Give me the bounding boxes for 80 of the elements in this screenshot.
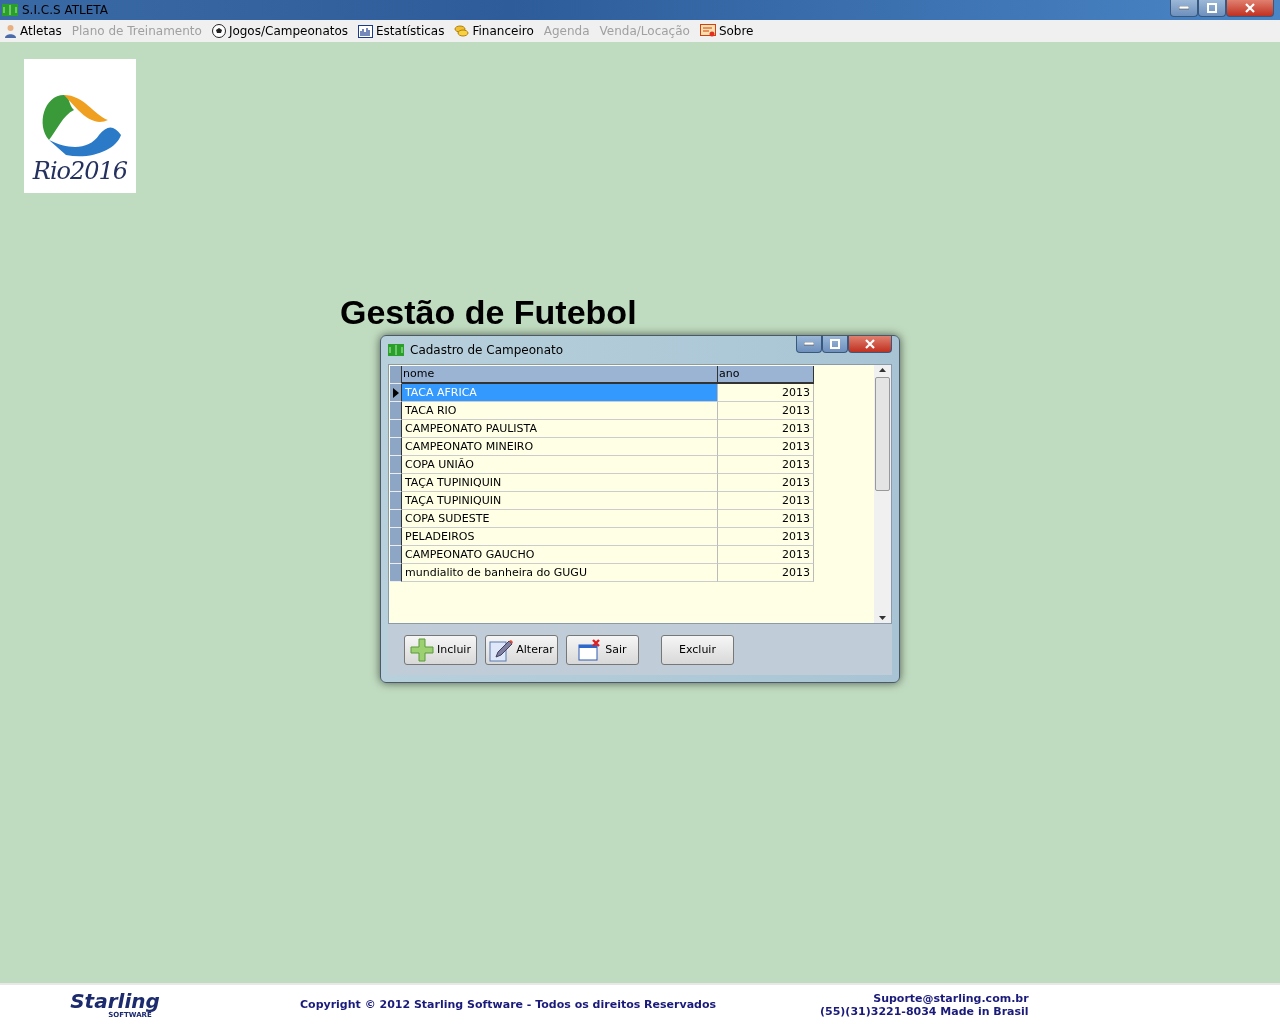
plus-icon bbox=[410, 637, 435, 662]
window-close-icon bbox=[578, 638, 603, 661]
row-indicator[interactable] bbox=[390, 546, 402, 564]
table-cell: TAÇA TUPINIQUIN bbox=[402, 492, 718, 510]
table-cell: 2013 bbox=[718, 546, 814, 564]
logo-text: Rio2016 bbox=[32, 157, 128, 185]
row-indicator[interactable] bbox=[390, 564, 402, 582]
app-icon bbox=[2, 4, 18, 16]
maximize-button[interactable] bbox=[1198, 0, 1226, 17]
phone-text: (55)(31)3221-8034 Made in Brasil bbox=[820, 1004, 1029, 1018]
row-pointer-icon bbox=[392, 387, 399, 398]
minimize-icon bbox=[804, 342, 814, 346]
table-cell: COPA SUDESTE bbox=[402, 510, 718, 528]
brand-logo-text: Starling bbox=[70, 990, 160, 1011]
restore-icon bbox=[1207, 3, 1217, 13]
row-indicator[interactable] bbox=[390, 384, 402, 402]
column-header[interactable]: ano bbox=[718, 366, 814, 384]
menu-item[interactable]: Atletas bbox=[4, 24, 62, 38]
table-cell: mundialito de banheira do GUGU bbox=[402, 564, 718, 582]
table-cell: COPA UNIÃO bbox=[402, 456, 718, 474]
table-cell: 2013 bbox=[718, 438, 814, 456]
coins-icon bbox=[454, 24, 470, 38]
row-indicator[interactable] bbox=[390, 456, 402, 474]
row-indicator[interactable] bbox=[390, 420, 402, 438]
page-heading: Gestão de Futebol bbox=[340, 293, 638, 331]
table-cell: 2013 bbox=[718, 492, 814, 510]
scroll-up-icon[interactable] bbox=[879, 368, 886, 372]
table-cell: 2013 bbox=[718, 384, 814, 402]
table-cell: CAMPEONATO GAUCHO bbox=[402, 546, 718, 564]
copyright-text: Copyright © 2012 Starling Software - Todos os direitos Reservados bbox=[300, 998, 718, 1011]
dialog-button[interactable]: Sair bbox=[566, 634, 639, 665]
dialog-button[interactable]: Incluir bbox=[404, 634, 477, 665]
restore-icon bbox=[830, 339, 840, 349]
table-cell: CAMPEONATO MINEIRO bbox=[402, 438, 718, 456]
dialog-title: Cadastro de Campeonato bbox=[410, 343, 565, 357]
scrollbar[interactable] bbox=[874, 365, 891, 623]
dialog-button[interactable]: Alterar bbox=[485, 634, 558, 665]
minimize-button[interactable] bbox=[1170, 0, 1198, 17]
scroll-down-icon[interactable] bbox=[879, 616, 886, 620]
close-icon bbox=[1245, 3, 1255, 13]
maximize-button[interactable] bbox=[822, 336, 848, 353]
table-cell: 2013 bbox=[718, 564, 814, 582]
table-cell: 2013 bbox=[718, 510, 814, 528]
pencil-icon bbox=[489, 637, 514, 662]
close-icon bbox=[865, 339, 875, 349]
table-cell: TACA RIO bbox=[402, 402, 718, 420]
menu-item[interactable]: Financeiro bbox=[454, 24, 534, 38]
table-cell: 2013 bbox=[718, 528, 814, 546]
close-button[interactable] bbox=[848, 336, 892, 353]
table-cell: 2013 bbox=[718, 420, 814, 438]
support-email: Suporte@starling.com.br bbox=[873, 991, 1029, 1005]
app-icon bbox=[388, 344, 404, 356]
table-cell: TACA AFRICA bbox=[402, 384, 718, 402]
table-cell: 2013 bbox=[718, 402, 814, 420]
table-cell: 2013 bbox=[718, 474, 814, 492]
minimize-button[interactable] bbox=[796, 336, 822, 353]
column-header[interactable]: nome bbox=[402, 366, 718, 384]
dialog-button[interactable]: Excluir bbox=[661, 634, 734, 665]
menu-item[interactable]: Sobre bbox=[699, 23, 754, 39]
soccer-ball-icon bbox=[211, 24, 226, 38]
table-cell: TAÇA TUPINIQUIN bbox=[402, 474, 718, 492]
bar-chart-icon bbox=[358, 24, 374, 38]
row-indicator[interactable] bbox=[390, 528, 402, 546]
menu-item[interactable]: Estatísticas bbox=[358, 24, 445, 38]
menu-item[interactable]: Jogos/Campeonatos bbox=[211, 24, 349, 38]
certificate-icon bbox=[699, 23, 716, 39]
table-cell: 2013 bbox=[718, 456, 814, 474]
row-indicator[interactable] bbox=[390, 438, 402, 456]
table-cell: CAMPEONATO PAULISTA bbox=[402, 420, 718, 438]
row-indicator[interactable] bbox=[390, 474, 402, 492]
row-indicator[interactable] bbox=[390, 492, 402, 510]
row-indicator bbox=[390, 366, 402, 384]
window-title: S.I.C.S ATLETA bbox=[22, 3, 109, 17]
scroll-thumb[interactable] bbox=[875, 377, 890, 491]
close-button[interactable] bbox=[1226, 0, 1274, 17]
table-cell: PELADEIROS bbox=[402, 528, 718, 546]
row-indicator[interactable] bbox=[390, 402, 402, 420]
row-indicator[interactable] bbox=[390, 510, 402, 528]
minimize-icon bbox=[1179, 6, 1189, 10]
person-icon bbox=[4, 24, 17, 38]
